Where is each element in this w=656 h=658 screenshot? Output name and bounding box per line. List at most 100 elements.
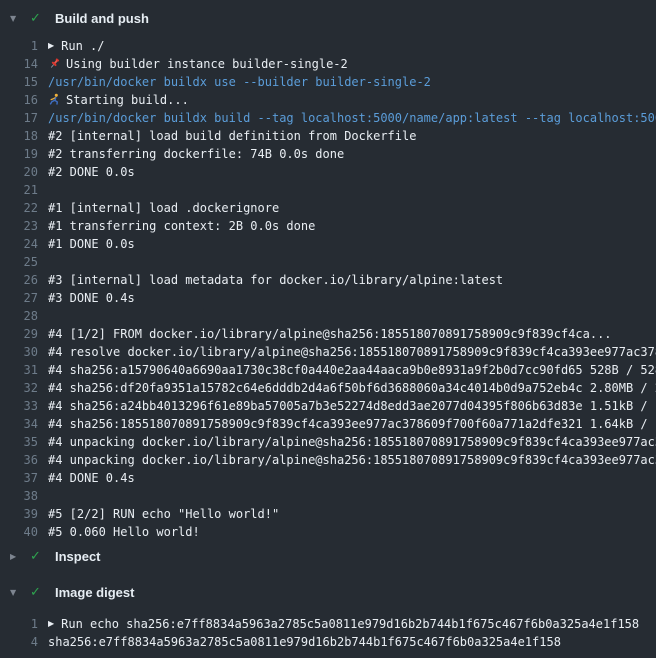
- section-header-build-and-push[interactable]: ▼ ✓ Build and push: [0, 3, 656, 33]
- line-number[interactable]: 14: [0, 55, 38, 73]
- log-line: 36 #4 unpacking docker.io/library/alpine@…: [0, 451, 656, 469]
- log-text: #2 transferring dockerfile: 74B 0.0s don…: [48, 145, 344, 163]
- line-number[interactable]: 16: [0, 91, 38, 109]
- log-line: 25: [0, 253, 656, 271]
- line-number[interactable]: 1: [0, 37, 38, 55]
- step-image-digest: ▼ ✓ Image digest 1 ▶ Run echo sha256:e7ff8…: [0, 577, 656, 651]
- pushpin-icon: [48, 57, 61, 75]
- line-number[interactable]: 36: [0, 451, 38, 469]
- log-text: #4 resolve docker.io/library/alpine@sha2…: [48, 343, 656, 361]
- log-text: /usr/bin/docker buildx build --tag local…: [48, 109, 656, 127]
- line-number[interactable]: 23: [0, 217, 38, 235]
- log-text: #4 sha256:a15790640a6690aa1730c38cf0a440…: [48, 361, 656, 379]
- log-line: 1▶Run ./: [0, 37, 656, 55]
- line-number[interactable]: 24: [0, 235, 38, 253]
- log-text: #4 unpacking docker.io/library/alpine@sh…: [48, 451, 656, 469]
- log-text: #3 DONE 0.4s: [48, 289, 135, 307]
- log-text: #2 DONE 0.0s: [48, 163, 135, 181]
- line-number[interactable]: 31: [0, 361, 38, 379]
- log-line: 17/usr/bin/docker buildx build --tag loc…: [0, 109, 656, 127]
- log-text: #1 DONE 0.0s: [48, 235, 135, 253]
- log-text: #4 [1/2] FROM docker.io/library/alpine@s…: [48, 325, 612, 343]
- play-icon: ▶: [48, 615, 54, 633]
- log-text: #2 [internal] load build definition from…: [48, 127, 416, 145]
- chevron-down-icon: ▼: [10, 14, 30, 23]
- log-text: #4 DONE 0.4s: [48, 469, 135, 487]
- section-title: Image digest: [55, 585, 134, 600]
- line-number[interactable]: 15: [0, 73, 38, 91]
- line-number[interactable]: 28: [0, 307, 38, 325]
- log-line: 29 #4 [1/2] FROM docker.io/library/alpine…: [0, 325, 656, 343]
- log-lines: 1▶Run ./14Using builder instance builder…: [0, 37, 656, 541]
- log-text: #5 0.060 Hello world!: [48, 523, 200, 541]
- line-number[interactable]: 17: [0, 109, 38, 127]
- log-line: 19 #2 transferring dockerfile: 74B 0.0s d…: [0, 145, 656, 163]
- line-number[interactable]: 39: [0, 505, 38, 523]
- log-line: 31 #4 sha256:a15790640a6690aa1730c38cf0a4…: [0, 361, 656, 379]
- log-line: 32 #4 sha256:df20fa9351a15782c64e6dddb2d4…: [0, 379, 656, 397]
- section-title: Inspect: [55, 549, 101, 564]
- line-number[interactable]: 38: [0, 487, 38, 505]
- log-text: sha256:e7ff8834a5963a2785c5a0811e979d16b…: [48, 633, 561, 651]
- line-number[interactable]: 29: [0, 325, 38, 343]
- log-lines: 1 ▶ Run echo sha256:e7ff8834a5963a2785c5a0…: [0, 615, 656, 651]
- line-number[interactable]: 1: [0, 615, 38, 633]
- line-number[interactable]: 4: [0, 633, 38, 651]
- log-text: #4 sha256:185518070891758909c9f839cf4ca3…: [48, 415, 656, 433]
- line-number[interactable]: 19: [0, 145, 38, 163]
- runner-icon: [48, 93, 61, 111]
- line-number[interactable]: 40: [0, 523, 38, 541]
- log-line: 22 #1 [internal] load .dockerignore: [0, 199, 656, 217]
- log-text: #4 sha256:df20fa9351a15782c64e6dddb2d4a6…: [48, 379, 656, 397]
- log-text: #5 [2/2] RUN echo "Hello world!": [48, 505, 279, 523]
- log-text: Using builder instance builder-single-2: [66, 55, 348, 73]
- log-line: 39 #5 [2/2] RUN echo "Hello world!": [0, 505, 656, 523]
- log-line: 40 #5 0.060 Hello world!: [0, 523, 656, 541]
- line-number[interactable]: 34: [0, 415, 38, 433]
- log-line: 38: [0, 487, 656, 505]
- line-number[interactable]: 20: [0, 163, 38, 181]
- line-number[interactable]: 22: [0, 199, 38, 217]
- log-line: 35 #4 unpacking docker.io/library/alpine@…: [0, 433, 656, 451]
- line-number[interactable]: 37: [0, 469, 38, 487]
- log-line: 15/usr/bin/docker buildx use --builder b…: [0, 73, 656, 91]
- log-text: #1 transferring context: 2B 0.0s done: [48, 217, 315, 235]
- line-number[interactable]: 21: [0, 181, 38, 199]
- log-text: #4 unpacking docker.io/library/alpine@sh…: [48, 433, 656, 451]
- line-number[interactable]: 33: [0, 397, 38, 415]
- line-number[interactable]: 18: [0, 127, 38, 145]
- log-text: #4 sha256:a24bb4013296f61e89ba57005a7b3e…: [48, 397, 656, 415]
- section-header-inspect[interactable]: ▶ ✓ Inspect: [0, 541, 656, 571]
- section-header-image-digest[interactable]: ▼ ✓ Image digest: [0, 577, 656, 607]
- log-line: 18 #2 [internal] load build definition fr…: [0, 127, 656, 145]
- log-line: 37 #4 DONE 0.4s: [0, 469, 656, 487]
- line-number[interactable]: 30: [0, 343, 38, 361]
- log-line: 33 #4 sha256:a24bb4013296f61e89ba57005a7b…: [0, 397, 656, 415]
- line-number[interactable]: 26: [0, 271, 38, 289]
- success-check-icon: ✓: [30, 549, 55, 564]
- log-line: 28: [0, 307, 656, 325]
- log-line: 20 #2 DONE 0.0s: [0, 163, 656, 181]
- log-line: 24 #1 DONE 0.0s: [0, 235, 656, 253]
- success-check-icon: ✓: [30, 585, 55, 600]
- line-number[interactable]: 27: [0, 289, 38, 307]
- line-number[interactable]: 35: [0, 433, 38, 451]
- line-number[interactable]: 25: [0, 253, 38, 271]
- log-line: 14 Using builder instance builder-single-…: [0, 55, 656, 73]
- section-title: Build and push: [55, 11, 149, 26]
- log-line: 1 ▶ Run echo sha256:e7ff8834a5963a2785c5a0…: [0, 615, 656, 633]
- log-line: 30 #4 resolve docker.io/library/alpine@sh…: [0, 343, 656, 361]
- log-line: 21: [0, 181, 656, 199]
- chevron-down-icon: ▼: [10, 588, 30, 597]
- log-line: 16Starting build...: [0, 91, 656, 109]
- step-inspect: ▶ ✓ Inspect: [0, 541, 656, 571]
- chevron-right-icon: ▶: [10, 552, 30, 561]
- log-line: 4 sha256:e7ff8834a5963a2785c5a0811e979d16…: [0, 633, 656, 651]
- log-text: Run echo sha256:e7ff8834a5963a2785c5a081…: [61, 615, 639, 633]
- line-number[interactable]: 32: [0, 379, 38, 397]
- workflow-log: ▼ ✓ Build and push 1▶Run ./14Using build…: [0, 0, 656, 658]
- log-text: #1 [internal] load .dockerignore: [48, 199, 279, 217]
- step-build-and-push: ▼ ✓ Build and push 1▶Run ./14Using build…: [0, 3, 656, 541]
- play-icon: ▶: [48, 37, 54, 55]
- log-line: 23 #1 transferring context: 2B 0.0s done: [0, 217, 656, 235]
